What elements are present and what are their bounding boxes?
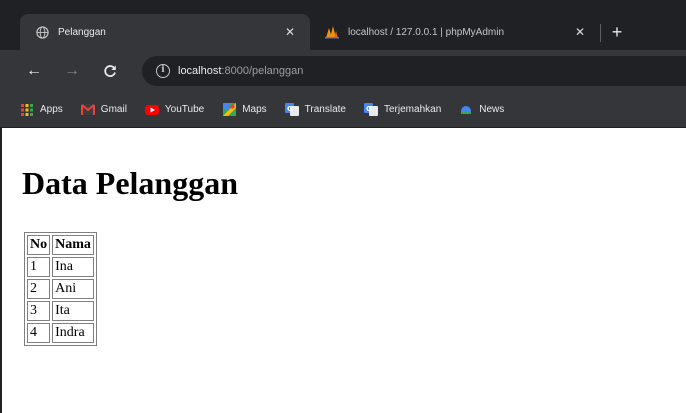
browser-window: Pelanggan ✕ localhost / 127.0.0.1 | phpM…: [0, 0, 686, 413]
page-content: Data Pelanggan No Nama 1 Ina 2 Ani 3 Ita…: [0, 128, 686, 413]
close-icon[interactable]: ✕: [572, 25, 588, 39]
bookmark-label: Terjemahkan: [384, 104, 442, 115]
cell-nama: Ani: [52, 279, 94, 299]
table-row: 2 Ani: [27, 279, 94, 299]
table-row: 1 Ina: [27, 257, 94, 277]
translate-icon: G: [364, 103, 378, 117]
bookmark-label: YouTube: [164, 104, 205, 115]
column-header-no: No: [27, 235, 51, 255]
maps-icon: [222, 103, 236, 117]
bookmark-label: Apps: [40, 104, 63, 115]
globe-icon: [34, 24, 50, 40]
customer-table: No Nama 1 Ina 2 Ani 3 Ita 4 Indra: [24, 232, 97, 346]
cell-no: 1: [27, 257, 51, 277]
table-row: 3 Ita: [27, 301, 94, 321]
url-path: :8000/pelanggan: [221, 65, 304, 77]
table-row: 4 Indra: [27, 323, 94, 343]
apps-grid-icon: [20, 103, 34, 117]
tab-phpmyadmin[interactable]: localhost / 127.0.0.1 | phpMyAdmin ✕: [310, 14, 600, 50]
bookmark-label: Translate: [304, 104, 346, 115]
bookmark-apps[interactable]: Apps: [20, 103, 63, 117]
svg-text:G: G: [287, 105, 293, 113]
reload-icon[interactable]: [100, 61, 120, 81]
close-icon[interactable]: ✕: [282, 25, 298, 39]
tab-title: Pelanggan: [58, 26, 106, 38]
bookmark-news[interactable]: News: [459, 103, 504, 117]
tab-divider: [600, 24, 601, 42]
bookmark-youtube[interactable]: YouTube: [144, 103, 205, 117]
bookmark-terjemahkan[interactable]: G Terjemahkan: [364, 103, 441, 117]
column-header-nama: Nama: [52, 235, 94, 255]
cell-nama: Ita: [52, 301, 94, 321]
bookmark-label: Gmail: [100, 104, 127, 115]
tab-pelanggan[interactable]: Pelanggan ✕: [20, 14, 310, 50]
tab-title: localhost / 127.0.0.1 | phpMyAdmin: [348, 26, 505, 38]
translate-icon: G: [284, 103, 299, 117]
page-title: Data Pelanggan: [22, 165, 238, 201]
youtube-icon: [144, 103, 159, 117]
bookmark-gmail[interactable]: Gmail: [80, 103, 127, 117]
gmail-icon: [80, 103, 95, 117]
cell-nama: Ina: [52, 257, 94, 277]
toolbar: ← → i localhost:8000/pelanggan: [0, 50, 686, 92]
cell-no: 3: [27, 301, 51, 321]
forward-arrow-icon[interactable]: →: [62, 61, 82, 81]
tab-strip: Pelanggan ✕ localhost / 127.0.0.1 | phpM…: [0, 0, 686, 50]
bookmarks-bar: Apps Gmail YouTube Maps G Translate G Te…: [0, 92, 686, 128]
cell-no: 4: [27, 323, 51, 343]
info-icon[interactable]: i: [156, 64, 170, 78]
news-icon: [459, 103, 473, 117]
bookmark-translate[interactable]: G Translate: [284, 103, 346, 117]
bookmark-label: Maps: [242, 104, 267, 115]
bookmark-maps[interactable]: Maps: [222, 103, 267, 117]
bookmark-label: News: [479, 104, 505, 115]
cell-no: 2: [27, 279, 51, 299]
url-host: localhost: [178, 65, 222, 77]
cell-nama: Indra: [52, 323, 94, 343]
new-tab-button[interactable]: +: [606, 22, 628, 44]
table-header-row: No Nama: [27, 235, 94, 255]
phpmyadmin-icon: [324, 24, 340, 40]
svg-text:G: G: [366, 105, 372, 113]
address-bar[interactable]: i localhost:8000/pelanggan: [142, 56, 686, 86]
back-arrow-icon[interactable]: ←: [24, 61, 44, 81]
